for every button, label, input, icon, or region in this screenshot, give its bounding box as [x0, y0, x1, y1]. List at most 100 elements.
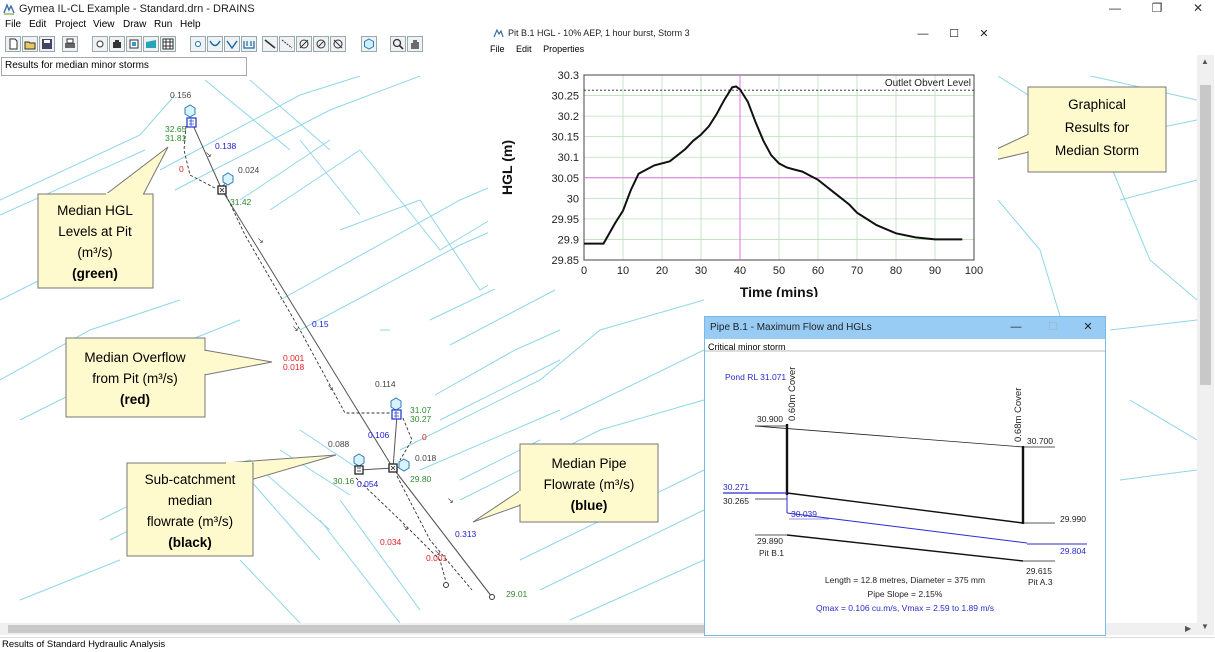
scroll-right-icon[interactable]: ▶	[1185, 624, 1191, 634]
x-tick-label: 10	[617, 265, 629, 277]
x-tick-label: 100	[965, 265, 983, 277]
grid-icon[interactable]	[160, 36, 176, 52]
y-tick-label: 29.85	[551, 255, 579, 267]
vertical-scroll-thumb[interactable]	[1200, 85, 1211, 385]
y-tick-label: 30.2	[558, 111, 579, 123]
y-tick-label: 29.95	[551, 214, 579, 226]
hgl-minimize-button[interactable]: —	[908, 25, 938, 43]
link-icon[interactable]	[279, 36, 295, 52]
hexagon-icon[interactable]	[361, 36, 377, 52]
hgl-graph-window[interactable]: Pit B.1 HGL - 10% AEP, 1 hour burst, Sto…	[488, 24, 998, 297]
hgl-window-title-bar[interactable]: Pit B.1 HGL - 10% AEP, 1 hour burst, Sto…	[488, 24, 998, 44]
pipe-length-label: Length = 12.8 metres, Diameter = 375 mm	[825, 575, 985, 585]
close-button[interactable]: ✕	[1181, 0, 1215, 18]
hgl-window-title: Pit B.1 HGL - 10% AEP, 1 hour burst, Sto…	[508, 28, 690, 38]
graph-window-icon	[493, 28, 504, 38]
overflow-d-label: 0.001	[426, 553, 448, 563]
open-file-icon[interactable]	[22, 36, 38, 52]
horizontal-scroll-thumb[interactable]	[8, 625, 708, 633]
zoom-icon[interactable]	[390, 36, 406, 52]
pit1-hgl-bottom-label: 31.81	[165, 133, 187, 143]
menu-edit[interactable]: Edit	[29, 18, 46, 31]
channel-icon[interactable]	[207, 36, 223, 52]
overflow-route-icon[interactable]	[224, 36, 240, 52]
scroll-down-icon[interactable]: ▼	[1201, 622, 1209, 632]
hgl-left-b-label: 30.265	[723, 496, 749, 506]
pipe-long-section: Pond RL 31.071 0.60m Cover 0.68m Cover 3…	[705, 350, 1105, 613]
x-tick-label: 40	[734, 265, 746, 277]
callout-overflow-line2: from Pit (m³/s)	[92, 371, 178, 386]
x-tick-label: 60	[812, 265, 824, 277]
minimize-button[interactable]: —	[1098, 0, 1132, 18]
pond-rl-label: Pond RL 31.071	[725, 372, 786, 382]
new-file-icon[interactable]	[5, 36, 21, 52]
detention-icon[interactable]	[126, 36, 142, 52]
node-icon[interactable]	[92, 36, 108, 52]
scroll-up-icon[interactable]: ▲	[1201, 57, 1209, 67]
hgl-menu-edit[interactable]: Edit	[516, 44, 532, 54]
y-tick-label: 30	[567, 193, 579, 205]
pipe1-flow-label: 0.138	[215, 141, 237, 151]
pit3-overflow-label: 0	[422, 432, 427, 442]
pit1-overflow-label: 0	[179, 164, 184, 174]
sub-catchment-icon[interactable]	[296, 36, 312, 52]
drains-app-icon	[3, 3, 15, 15]
toolbar	[0, 34, 490, 54]
y-axis-label: HGL (m)	[499, 140, 515, 195]
weir-icon[interactable]	[241, 36, 257, 52]
node4-flow-label: 0.018	[415, 453, 437, 463]
x-axis-label: Time (mins)	[740, 284, 818, 297]
callout-pipe: Median Pipe Flowrate (m³/s) (blue)	[472, 443, 659, 523]
y-tick-label: 30.3	[558, 70, 579, 82]
hgl-window-menu: File Edit Properties	[490, 44, 593, 56]
y-tick-label: 30.15	[551, 132, 579, 144]
pan-hand-icon[interactable]	[407, 36, 423, 52]
pipe5-flow-label: 0.313	[455, 529, 477, 539]
outlet-obvert-label: Outlet Obvert Level	[885, 78, 971, 89]
menu-project[interactable]: Project	[55, 18, 86, 31]
node-circle-icon[interactable]	[190, 36, 206, 52]
x-tick-label: 70	[851, 265, 863, 277]
svg-text:↘: ↘	[447, 496, 454, 505]
vertical-scrollbar[interactable]: ▲ ▼	[1197, 55, 1214, 635]
pit-icon[interactable]	[109, 36, 125, 52]
y-tick-label: 30.05	[551, 173, 579, 185]
pipe-icon[interactable]	[262, 36, 278, 52]
svg-text:↘: ↘	[257, 236, 264, 245]
sub-catchment-icon[interactable]	[184, 104, 410, 472]
node2-flow-label: 0.024	[238, 165, 260, 175]
x-tick-label: 90	[929, 265, 941, 277]
menu-file[interactable]: File	[5, 18, 21, 31]
menu-run[interactable]: Run	[154, 18, 172, 31]
status-bar: Results of Standard Hydraulic Analysis	[0, 637, 1215, 652]
y-tick-label: 29.9	[558, 234, 579, 246]
sub-hgl-label: 30.16	[333, 476, 355, 486]
save-icon[interactable]	[39, 36, 55, 52]
svg-text:↘: ↘	[402, 523, 409, 532]
restore-button[interactable]: ❐	[1140, 0, 1174, 18]
pipe-long-section-window[interactable]: Pipe B.1 - Maximum Flow and HGLs — ☐ ✕ C…	[704, 316, 1106, 636]
menu-draw[interactable]: Draw	[123, 18, 146, 31]
hgl-menu-properties[interactable]: Properties	[543, 44, 584, 54]
x-tick-label: 30	[695, 265, 707, 277]
cover-left-label: 0.60m Cover	[787, 367, 798, 421]
hgl-menu-file[interactable]: File	[490, 44, 505, 54]
x-tick-label: 80	[890, 265, 902, 277]
hgl-maximize-button[interactable]: ☐	[939, 25, 969, 43]
pit3-hgl-bottom-label: 30.27	[410, 414, 432, 424]
menu-help[interactable]: Help	[180, 18, 201, 31]
obvert-right-label: 29.990	[1060, 514, 1086, 524]
hgl-close-button[interactable]: ✕	[969, 25, 999, 43]
node5-hgl-label: 29.80	[410, 474, 432, 484]
svg-text:↘: ↘	[205, 150, 212, 159]
callout-hgl-line1: Median HGL	[57, 203, 133, 218]
svg-text:↘: ↘	[292, 324, 299, 333]
menu-view[interactable]: View	[93, 18, 115, 31]
pipe3-flow-label: 0.106	[368, 430, 390, 440]
sub-pipe-flow-label: 0.054	[357, 479, 379, 489]
storage-icon[interactable]	[143, 36, 159, 52]
print-icon[interactable]	[62, 36, 78, 52]
detention-basin-icon[interactable]	[313, 36, 329, 52]
callout-sub-emphasis: (black)	[168, 535, 212, 550]
hexagon-icon[interactable]	[330, 36, 346, 52]
